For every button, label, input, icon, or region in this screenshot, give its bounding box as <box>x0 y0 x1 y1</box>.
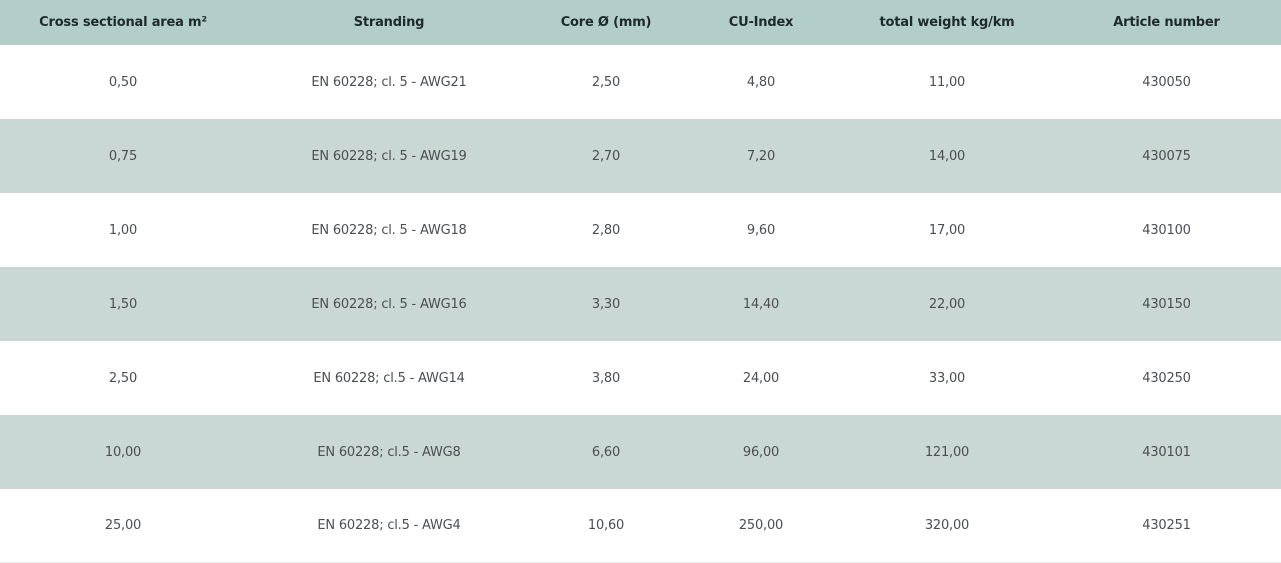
cell-stranding: EN 60228; cl.5 - AWG14 <box>313 370 465 386</box>
column-header-stranding: Stranding <box>353 15 425 30</box>
cell-cu-index: 250,00 <box>738 518 784 533</box>
table-body: 0,50 EN 60228; cl. 5 - AWG21 2,50 4,80 1… <box>0 45 1281 562</box>
cell-cu-index: 9,60 <box>746 222 776 238</box>
cell-total-weight: 22,00 <box>928 296 966 312</box>
cell-total-weight: 33,00 <box>928 370 966 386</box>
column-header-core-diameter: Core Ø (mm) <box>560 15 652 30</box>
cell-article-number: 430251 <box>1142 518 1191 533</box>
table-row: 2,50 EN 60228; cl.5 - AWG14 3,80 24,00 3… <box>0 341 1281 415</box>
cell-core-diameter: 2,50 <box>591 74 621 90</box>
cell-stranding: EN 60228; cl. 5 - AWG19 <box>311 148 467 164</box>
cell-core-diameter: 2,70 <box>591 148 621 164</box>
cell-article-number: 430100 <box>1142 222 1191 238</box>
cell-stranding: EN 60228; cl.5 - AWG4 <box>317 518 461 533</box>
cell-cross-sectional-area: 0,50 <box>108 74 138 90</box>
cell-cu-index: 96,00 <box>742 444 780 460</box>
cell-core-diameter: 3,80 <box>591 370 621 386</box>
cell-article-number: 430075 <box>1142 148 1191 164</box>
cell-stranding: EN 60228; cl. 5 - AWG18 <box>311 222 467 238</box>
cell-cross-sectional-area: 25,00 <box>104 518 142 533</box>
cell-cu-index: 14,40 <box>742 296 780 312</box>
cell-core-diameter: 10,60 <box>587 518 625 533</box>
cell-total-weight: 121,00 <box>924 444 970 460</box>
column-header-article-number: Article number <box>1113 15 1220 30</box>
cell-stranding: EN 60228; cl. 5 - AWG16 <box>311 296 467 312</box>
cell-cu-index: 7,20 <box>746 148 776 164</box>
table-row: 10,00 EN 60228; cl.5 - AWG8 6,60 96,00 1… <box>0 415 1281 489</box>
cell-cross-sectional-area: 1,00 <box>108 222 138 238</box>
cell-cross-sectional-area: 10,00 <box>104 444 142 460</box>
table-row: 0,50 EN 60228; cl. 5 - AWG21 2,50 4,80 1… <box>0 45 1281 119</box>
table-header: Cross sectional area m² Stranding Core Ø… <box>0 0 1281 45</box>
cell-cross-sectional-area: 1,50 <box>108 296 138 312</box>
cell-cu-index: 24,00 <box>742 370 780 386</box>
table-row: 1,50 EN 60228; cl. 5 - AWG16 3,30 14,40 … <box>0 267 1281 341</box>
cell-cu-index: 4,80 <box>746 74 776 90</box>
table-row: 25,00 EN 60228; cl.5 - AWG4 10,60 250,00… <box>0 489 1281 562</box>
cell-cross-sectional-area: 0,75 <box>108 148 138 164</box>
cell-total-weight: 11,00 <box>928 74 966 90</box>
cell-total-weight: 17,00 <box>928 222 966 238</box>
cell-stranding: EN 60228; cl. 5 - AWG21 <box>311 74 467 90</box>
cell-article-number: 430050 <box>1142 74 1191 90</box>
column-header-total-weight: total weight kg/km <box>879 15 1015 30</box>
cell-cross-sectional-area: 2,50 <box>108 370 138 386</box>
header-row: Cross sectional area m² Stranding Core Ø… <box>0 0 1281 45</box>
cell-core-diameter: 2,80 <box>591 222 621 238</box>
table-row: 0,75 EN 60228; cl. 5 - AWG19 2,70 7,20 1… <box>0 119 1281 193</box>
cell-article-number: 430250 <box>1142 370 1191 386</box>
cell-article-number: 430101 <box>1142 444 1191 460</box>
cell-core-diameter: 3,30 <box>591 296 621 312</box>
cell-stranding: EN 60228; cl.5 - AWG8 <box>317 444 461 460</box>
column-header-cu-index: CU-Index <box>728 15 794 30</box>
cell-total-weight: 320,00 <box>924 518 970 533</box>
table-row: 1,00 EN 60228; cl. 5 - AWG18 2,80 9,60 1… <box>0 193 1281 267</box>
cell-core-diameter: 6,60 <box>591 444 621 460</box>
cell-total-weight: 14,00 <box>928 148 966 164</box>
cell-article-number: 430150 <box>1142 296 1191 312</box>
cable-spec-table: Cross sectional area m² Stranding Core Ø… <box>0 0 1281 562</box>
column-header-cross-sectional-area: Cross sectional area m² <box>39 15 207 30</box>
